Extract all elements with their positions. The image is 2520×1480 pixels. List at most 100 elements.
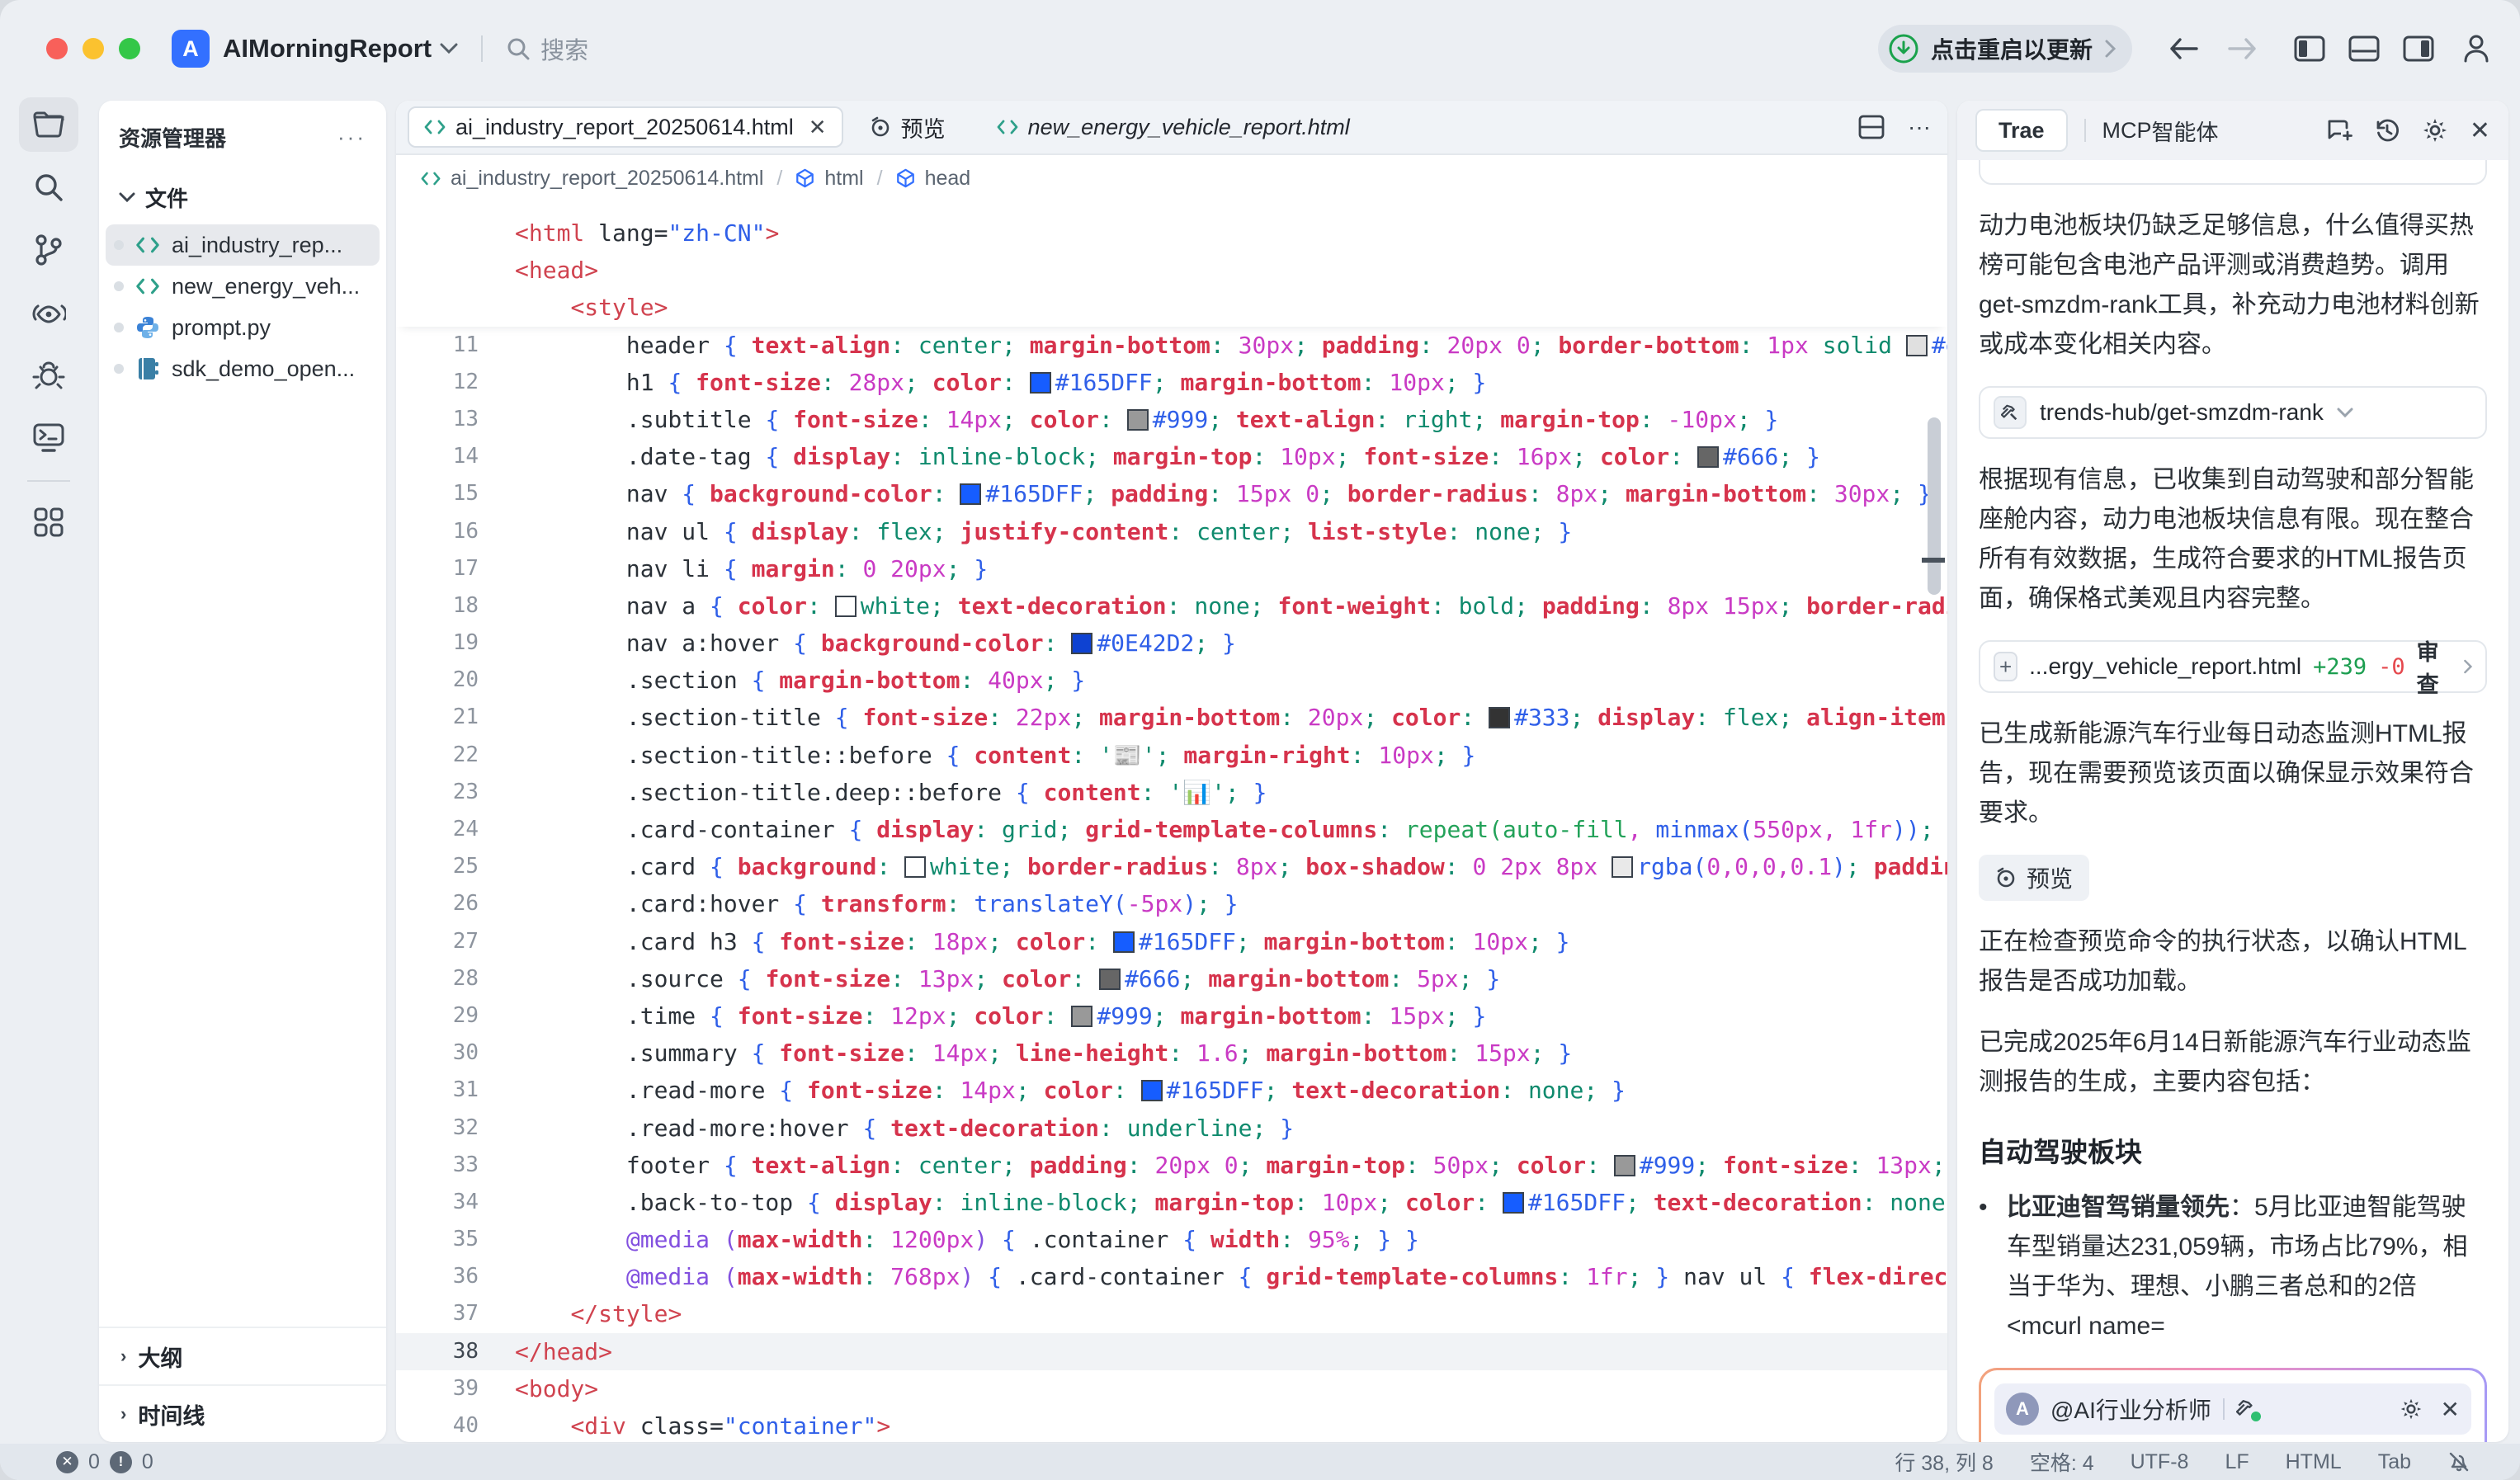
file-item[interactable]: prompt.py <box>106 307 380 348</box>
code-line[interactable]: 36 @media (max-width: 768px) { .card-con… <box>396 1258 1947 1295</box>
split-editor-icon[interactable] <box>1858 115 1885 139</box>
code-editor[interactable]: <html lang="zh-CN"><head> <style> 11 hea… <box>396 201 1947 1442</box>
more-actions-icon[interactable]: ··· <box>1908 114 1931 140</box>
code-line[interactable]: 21 .section-title { font-size: 22px; mar… <box>396 699 1947 736</box>
tab-agents[interactable]: 智能体 <box>2152 115 2219 147</box>
agent-mention[interactable]: @AI行业分析师 <box>2050 1393 2211 1426</box>
toggle-bottom-panel-icon[interactable] <box>2348 35 2380 62</box>
python-icon <box>135 315 160 340</box>
code-line[interactable]: 39<body> <box>396 1370 1947 1407</box>
tab-mcp[interactable]: MCP <box>2102 118 2152 144</box>
code-line[interactable]: 33 footer { text-align: center; padding:… <box>396 1147 1947 1184</box>
more-actions-icon[interactable]: ··· <box>337 125 366 150</box>
tab-ai-industry-report[interactable]: ai_industry_report_20250614.html ✕ <box>408 106 843 148</box>
maximize-window-button[interactable] <box>119 38 140 59</box>
code-line[interactable]: <html lang="zh-CN"> <box>396 214 1947 252</box>
close-window-button[interactable] <box>46 38 68 59</box>
code-line[interactable]: 14 .date-tag { display: inline-block; ma… <box>396 438 1947 475</box>
cursor-position[interactable]: 行 38, 列 8 <box>1895 1447 1994 1477</box>
extensions-activity-icon[interactable] <box>19 495 78 549</box>
restart-to-update-button[interactable]: 点击重启以更新 <box>1878 25 2132 73</box>
code-line[interactable]: 11 header { text-align: center; margin-b… <box>396 327 1947 364</box>
breadcrumb[interactable]: ai_industry_report_20250614.html / html … <box>396 155 1947 201</box>
indent-type[interactable]: Tab <box>2378 1450 2411 1474</box>
minimize-window-button[interactable] <box>83 38 104 59</box>
new-chat-icon[interactable] <box>2326 118 2352 143</box>
code-line[interactable]: 18 nav a { color: white; text-decoration… <box>396 587 1947 625</box>
code-line[interactable]: 26 .card:hover { transform: translateY(-… <box>396 885 1947 922</box>
code-line[interactable]: <head> <box>396 252 1947 289</box>
explorer-activity-icon[interactable] <box>19 97 78 152</box>
code-line[interactable]: 12 h1 { font-size: 28px; color: #165DFF;… <box>396 364 1947 401</box>
code-line[interactable]: 24 .card-container { display: grid; grid… <box>396 811 1947 848</box>
search-activity-icon[interactable] <box>19 160 78 214</box>
global-search[interactable]: 搜索 <box>506 31 588 66</box>
code-line[interactable]: 35 @media (max-width: 1200px) { .contain… <box>396 1221 1947 1258</box>
code-line[interactable]: 19 nav a:hover { background-color: #0E42… <box>396 625 1947 662</box>
file-item[interactable]: sdk_demo_open... <box>106 348 380 389</box>
tab-trae[interactable]: Trae <box>1975 109 2068 152</box>
code-line[interactable]: 23 .section-title.deep::before { content… <box>396 774 1947 811</box>
errors-icon[interactable]: ✕ <box>56 1451 78 1473</box>
project-name[interactable]: AIMorningReport <box>223 34 432 64</box>
code-line[interactable]: 20 .section { margin-bottom: 40px; } <box>396 662 1947 699</box>
history-icon[interactable] <box>2374 117 2400 144</box>
breadcrumb-node[interactable]: head <box>925 167 971 191</box>
indent-spaces[interactable]: 空格: 4 <box>2030 1447 2094 1477</box>
code-line[interactable]: 37 </style> <box>396 1295 1947 1332</box>
scrollbar-cursor-marker <box>1922 558 1945 563</box>
warnings-icon[interactable]: ! <box>110 1451 132 1473</box>
code-line[interactable]: 32 .read-more:hover { text-decoration: u… <box>396 1110 1947 1147</box>
code-line[interactable]: 40 <div class="container"> <box>396 1407 1947 1442</box>
code-line[interactable]: 31 .read-more { font-size: 14px; color: … <box>396 1072 1947 1109</box>
close-panel-icon[interactable]: ✕ <box>2470 116 2490 145</box>
debug-activity-icon[interactable] <box>19 348 78 403</box>
code-line[interactable]: 28 .source { font-size: 13px; color: #66… <box>396 960 1947 997</box>
preview-action-chip[interactable]: 预览 <box>1979 855 2089 901</box>
encoding[interactable]: UTF-8 <box>2131 1450 2189 1474</box>
breadcrumb-node[interactable]: html <box>824 167 863 191</box>
breadcrumb-file[interactable]: ai_industry_report_20250614.html <box>451 167 763 191</box>
settings-gear-icon[interactable] <box>2422 117 2448 144</box>
code-line[interactable]: 29 .time { font-size: 12px; color: #999;… <box>396 997 1947 1035</box>
chevron-down-icon[interactable] <box>2337 408 2353 418</box>
forward-button[interactable] <box>2228 37 2258 60</box>
language-mode[interactable]: HTML <box>2286 1450 2342 1474</box>
code-line[interactable]: 25 .card { background: white; border-rad… <box>396 848 1947 885</box>
file-item[interactable]: new_energy_veh... <box>106 266 380 307</box>
agent-settings-gear-icon[interactable] <box>2400 1398 2423 1421</box>
eol-type[interactable]: LF <box>2225 1450 2249 1474</box>
code-line[interactable]: 27 .card h3 { font-size: 18px; color: #1… <box>396 923 1947 960</box>
preview-activity-icon[interactable] <box>19 285 78 340</box>
tab-new-energy-report[interactable]: new_energy_vehicle_report.html <box>982 106 1365 148</box>
toggle-left-sidebar-icon[interactable] <box>2294 35 2325 62</box>
mcp-tool-call-card[interactable]: trends-hub/get-smzdm-rank <box>1979 386 2487 439</box>
code-line[interactable]: 22 .section-title::before { content: '📰'… <box>396 737 1947 774</box>
outline-section-header[interactable]: › 大纲 <box>99 1327 386 1384</box>
review-button[interactable]: 审查 <box>2417 634 2452 699</box>
editor-scrollbar[interactable] <box>1928 417 1941 595</box>
code-line[interactable]: 16 nav ul { display: flex; justify-conte… <box>396 513 1947 550</box>
files-section-header[interactable]: 文件 <box>99 161 386 224</box>
tools-status-icon[interactable] <box>2236 1398 2258 1420</box>
notifications-muted-icon[interactable] <box>2447 1450 2470 1473</box>
timeline-section-header[interactable]: › 时间线 <box>99 1384 386 1442</box>
code-line[interactable]: <style> <box>396 289 1947 326</box>
code-line[interactable]: 30 .summary { font-size: 14px; line-heig… <box>396 1035 1947 1072</box>
back-button[interactable] <box>2168 37 2198 60</box>
code-line[interactable]: 13 .subtitle { font-size: 14px; color: #… <box>396 401 1947 438</box>
toggle-right-sidebar-icon[interactable] <box>2403 35 2434 62</box>
source-control-activity-icon[interactable] <box>19 223 78 277</box>
code-line[interactable]: 17 nav li { margin: 0 20px; } <box>396 550 1947 587</box>
close-tab-icon[interactable]: ✕ <box>809 115 827 140</box>
account-icon[interactable] <box>2462 34 2490 64</box>
code-line[interactable]: 34 .back-to-top { display: inline-block;… <box>396 1184 1947 1221</box>
tab-preview[interactable]: 预览 <box>855 106 960 148</box>
file-item[interactable]: ai_industry_rep... <box>106 224 380 266</box>
chevron-down-icon[interactable] <box>440 43 458 54</box>
code-line[interactable]: 15 nav { background-color: #165DFF; padd… <box>396 475 1947 512</box>
edited-file-card[interactable]: + ...ergy_vehicle_report.html +239 -0 审查 <box>1979 640 2487 693</box>
code-line[interactable]: 38</head> <box>396 1333 1947 1370</box>
terminal-activity-icon[interactable] <box>19 411 78 465</box>
close-agent-icon[interactable]: ✕ <box>2441 1396 2460 1423</box>
